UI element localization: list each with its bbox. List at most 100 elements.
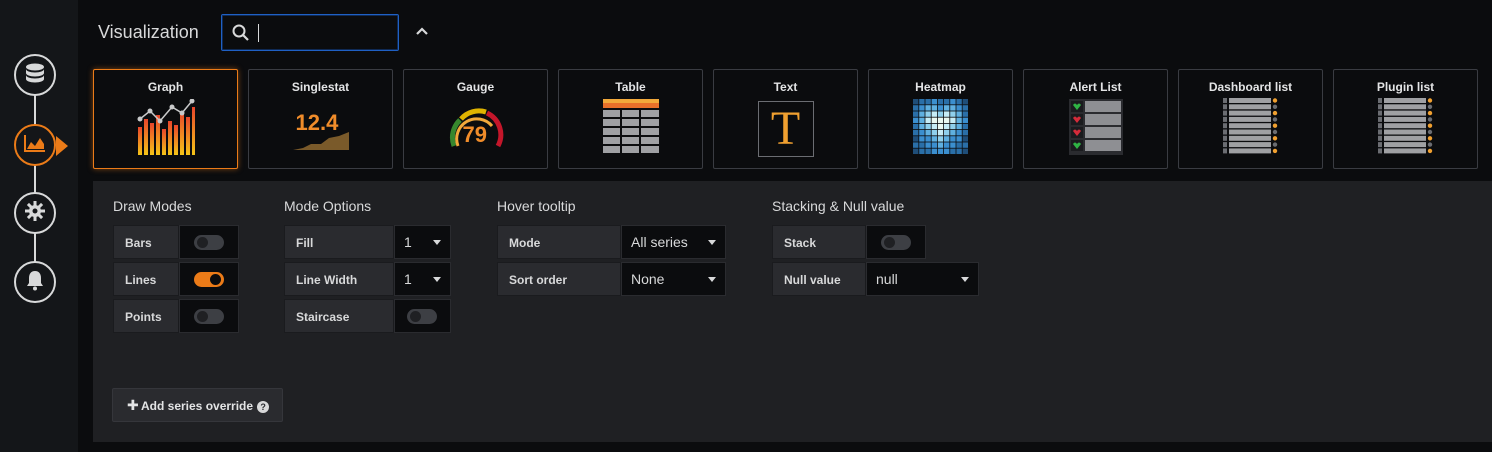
list-dot (1272, 110, 1277, 115)
heatmap-cell (962, 148, 968, 154)
viz-card-text[interactable]: Text T (713, 69, 858, 169)
viz-card-heatmap[interactable]: Heatmap (868, 69, 1013, 169)
bars-label: Bars (113, 225, 179, 259)
sort-order-select[interactable]: None (621, 262, 726, 296)
heatmap-cell (924, 123, 931, 129)
heatmap-cell (955, 110, 962, 117)
staircase-switch[interactable] (394, 299, 451, 333)
heatmap-cell (949, 141, 956, 148)
null-value-select[interactable]: null (866, 262, 979, 296)
heatmap-cell (949, 129, 956, 135)
staircase-toggle[interactable] (407, 309, 437, 324)
heatmap-cell (931, 110, 937, 117)
fill-select[interactable]: 1 (394, 225, 451, 259)
viz-card-label: Alert List (1069, 80, 1122, 94)
caret-down-icon (708, 277, 716, 282)
section-title: Visualization (98, 22, 199, 42)
heatmap-cell (955, 129, 962, 135)
tooltip-mode-row: Mode All series (497, 225, 726, 259)
caret-down-icon (433, 240, 441, 245)
heatmap-cell (962, 135, 968, 142)
heatmap-cell (918, 148, 925, 154)
lines-toggle[interactable] (194, 272, 224, 287)
lines-row: Lines (113, 262, 239, 296)
list-bullet (1377, 103, 1382, 109)
viz-card-alert-list[interactable]: Alert List (1023, 69, 1168, 169)
list-dot (1427, 129, 1432, 134)
heatmap-cell (931, 135, 937, 142)
graph-options-panel: Draw Modes Bars Lines Points Mode Option… (93, 181, 1492, 442)
list-bullet (1377, 97, 1382, 103)
bars-toggle[interactable] (194, 235, 224, 250)
points-switch[interactable] (179, 299, 239, 333)
list-bullet (1377, 122, 1382, 128)
area-chart-icon (23, 133, 47, 158)
heatmap-cell (949, 110, 956, 117)
list-bullet (1222, 110, 1227, 116)
list-line (1228, 97, 1271, 103)
viz-card-dashboard-list[interactable]: Dashboard list (1178, 69, 1323, 169)
list-bullet (1377, 147, 1382, 153)
heatmap-cell (931, 148, 937, 154)
search-input[interactable] (262, 21, 392, 45)
lines-switch[interactable] (179, 262, 239, 296)
list-bullet (1222, 129, 1227, 134)
editor-sidebar (0, 0, 78, 452)
stack-toggle[interactable] (881, 235, 911, 250)
add-series-override-label: Add series override (141, 399, 254, 413)
line-width-row: Line Width 1 (284, 262, 451, 296)
list-line (1228, 129, 1271, 134)
heatmap-cell (955, 148, 962, 154)
chevron-up-icon[interactable] (415, 24, 429, 43)
heatmap-cell (937, 117, 943, 123)
alert-tab[interactable] (14, 261, 56, 303)
heatmap-cell (931, 104, 937, 111)
heatmap-cell (955, 141, 962, 148)
visualization-search[interactable] (221, 14, 399, 51)
points-toggle[interactable] (194, 309, 224, 324)
help-icon[interactable]: ? (257, 400, 270, 413)
viz-card-label: Gauge (456, 80, 495, 94)
line-width-select[interactable]: 1 (394, 262, 451, 296)
list-bullet (1222, 135, 1227, 141)
sort-order-value: None (631, 271, 665, 287)
viz-card-label: Singlestat (291, 80, 350, 94)
draw-modes-group: Draw Modes Bars Lines Points (113, 198, 239, 336)
active-tab-pointer (56, 136, 68, 156)
heatmap-icon (912, 98, 969, 160)
heatmap-cell (962, 129, 968, 135)
heatmap-cell (918, 98, 925, 104)
visualization-tab[interactable] (14, 124, 56, 166)
heatmap-cell (912, 135, 918, 142)
list-bullet (1377, 141, 1382, 147)
viz-card-singlestat[interactable]: Singlestat 12.4 (248, 69, 393, 169)
heatmap-cell (949, 98, 956, 104)
list-dot (1272, 116, 1277, 122)
list-line (1228, 147, 1271, 153)
stacking-group: Stacking & Null value Stack Null value n… (772, 198, 979, 299)
heatmap-cell (924, 110, 931, 117)
add-series-override-button[interactable]: ✚ Add series override? (112, 388, 283, 422)
viz-card-table[interactable]: Table (558, 69, 703, 169)
list-line (1228, 122, 1271, 128)
viz-card-graph[interactable]: Graph (93, 69, 238, 169)
heatmap-cell (962, 110, 968, 117)
list-bullet (1222, 141, 1227, 147)
viz-card-plugin-list[interactable]: Plugin list (1333, 69, 1478, 169)
bars-switch[interactable] (179, 225, 239, 259)
tooltip-mode-select[interactable]: All series (621, 225, 726, 259)
list-dot (1427, 110, 1432, 115)
heatmap-cell (949, 135, 956, 142)
heatmap-cell (931, 117, 937, 123)
heatmap-cell (962, 117, 968, 123)
fill-label: Fill (284, 225, 394, 259)
queries-tab[interactable] (14, 54, 56, 96)
list-bullet (1377, 116, 1382, 122)
list-line (1383, 135, 1426, 141)
general-settings-tab[interactable] (14, 192, 56, 234)
fill-row: Fill 1 (284, 225, 451, 259)
stack-switch[interactable] (866, 225, 926, 259)
viz-card-gauge[interactable]: Gauge 79 (403, 69, 548, 169)
heatmap-cell (931, 129, 937, 135)
null-value-label: Null value (772, 262, 866, 296)
